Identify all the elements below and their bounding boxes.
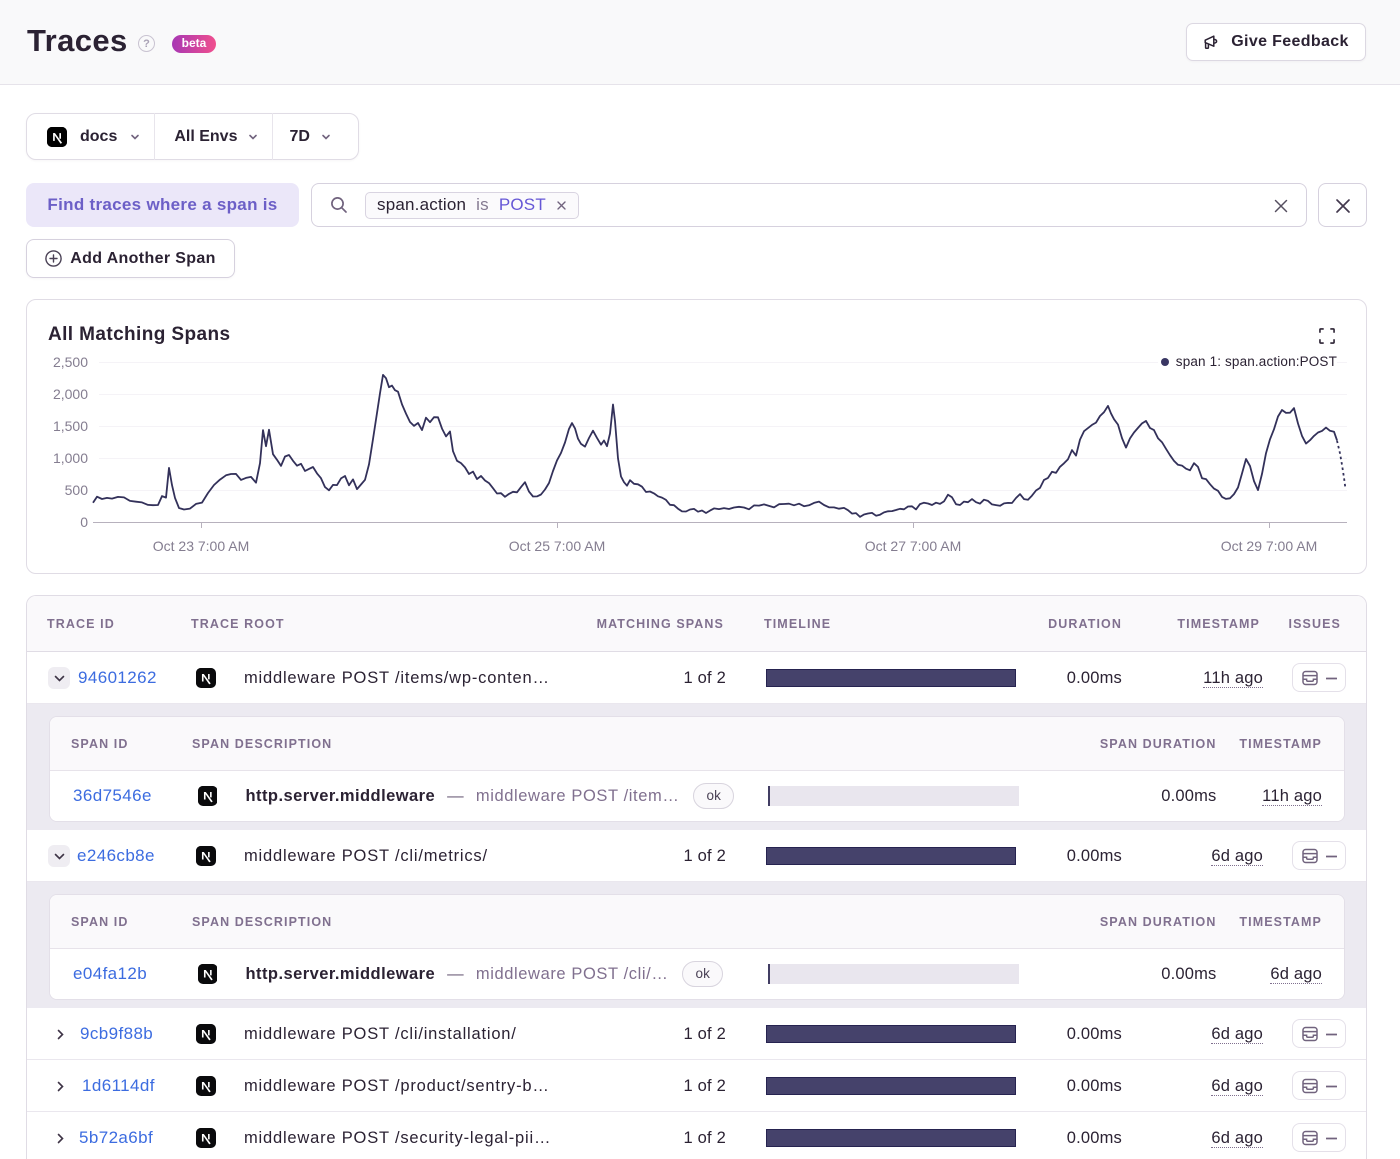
svg-text:Oct 25 7:00 AM: Oct 25 7:00 AM	[509, 538, 606, 554]
svg-text:Oct 23 7:00 AM: Oct 23 7:00 AM	[153, 538, 250, 554]
svg-text:1,500: 1,500	[53, 418, 88, 434]
svg-text:2,500: 2,500	[53, 354, 88, 370]
svg-text:0: 0	[80, 514, 88, 530]
svg-text:500: 500	[65, 482, 89, 498]
svg-text:Oct 27 7:00 AM: Oct 27 7:00 AM	[865, 538, 962, 554]
svg-text:1,000: 1,000	[53, 450, 88, 466]
svg-text:2,000: 2,000	[53, 386, 88, 402]
svg-text:Oct 29 7:00 AM: Oct 29 7:00 AM	[1221, 538, 1318, 554]
